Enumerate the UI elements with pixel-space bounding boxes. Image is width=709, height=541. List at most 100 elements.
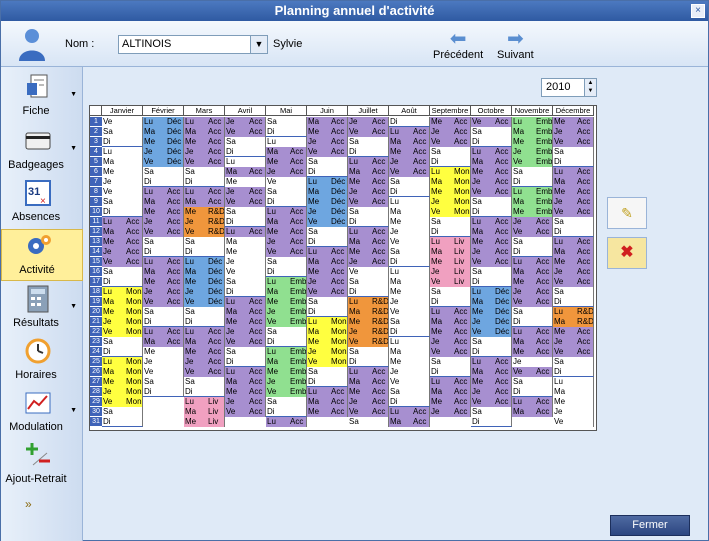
planning-cell[interactable]: Lu [266, 137, 307, 147]
planning-cell[interactable]: Lu [389, 267, 430, 277]
planning-cell[interactable]: Sa [553, 147, 594, 157]
planning-cell[interactable]: Lu Acc [225, 297, 266, 307]
planning-cell[interactable]: Ma Acc [553, 177, 594, 187]
sidebar-item-resultats[interactable]: Résultats ▼ [1, 283, 83, 335]
planning-cell[interactable]: Ma Acc [348, 237, 389, 247]
planning-cell[interactable]: Lu Acc [389, 127, 430, 137]
planning-cell[interactable]: Je Acc [553, 127, 594, 137]
planning-cell[interactable]: Ma R&D [553, 317, 594, 327]
planning-cell[interactable]: Ma Acc [307, 257, 348, 267]
planning-cell[interactable]: Ma Acc [225, 377, 266, 387]
planning-cell[interactable]: Di [553, 157, 594, 167]
planning-cell[interactable]: Di [307, 307, 348, 317]
planning-cell[interactable]: Sa [266, 187, 307, 197]
planning-cell[interactable]: Sa [266, 257, 307, 267]
planning-cell[interactable]: Sa [266, 327, 307, 337]
planning-cell[interactable]: Di [102, 347, 143, 357]
planning-cell[interactable]: Je Acc [471, 247, 512, 257]
planning-cell[interactable]: Ve Acc [307, 147, 348, 157]
planning-cell[interactable]: Je [389, 297, 430, 307]
planning-cell[interactable]: Me Acc [512, 347, 553, 357]
planning-cell[interactable]: Je Acc [430, 127, 471, 137]
planning-cell[interactable]: Je Acc [225, 117, 266, 127]
planning-cell[interactable]: Di [225, 217, 266, 227]
planning-cell[interactable]: Je [389, 367, 430, 377]
planning-cell[interactable]: Sa [348, 277, 389, 287]
planning-cell[interactable]: Je Acc [348, 257, 389, 267]
planning-cell[interactable]: Ve Mon [307, 357, 348, 367]
planning-cell[interactable]: Ve [389, 377, 430, 387]
sidebar-item-modulation[interactable]: Modulation ▼ [1, 387, 83, 439]
planning-cell[interactable]: Lu Acc [266, 417, 307, 427]
planning-cell[interactable]: Sa [225, 137, 266, 147]
planning-cell[interactable]: Ma Acc [471, 367, 512, 377]
planning-cell[interactable]: Di [389, 187, 430, 197]
planning-cell[interactable]: Lu Acc [307, 387, 348, 397]
planning-cell[interactable]: Ma Acc [225, 167, 266, 177]
planning-cell[interactable]: Sa [553, 217, 594, 227]
planning-cell[interactable]: Lu Acc [266, 207, 307, 217]
planning-cell[interactable]: Me [389, 357, 430, 367]
planning-cell[interactable]: Sa [225, 207, 266, 217]
planning-cell[interactable]: Lu Acc [471, 357, 512, 367]
planning-cell[interactable]: Je Acc [225, 327, 266, 337]
planning-cell[interactable]: Sa [348, 347, 389, 357]
planning-cell[interactable]: Lu Emb [266, 277, 307, 287]
planning-cell[interactable]: Me Acc [266, 157, 307, 167]
planning-cell[interactable]: Je Acc [348, 117, 389, 127]
planning-cell[interactable]: Ve Mon [102, 327, 143, 337]
planning-cell[interactable]: Lu Acc [553, 167, 594, 177]
planning-cell[interactable]: Me Acc [225, 317, 266, 327]
planning-cell[interactable]: Je Acc [102, 247, 143, 257]
planning-cell[interactable]: Sa [143, 377, 184, 387]
planning-cell[interactable]: Lu Acc [512, 327, 553, 337]
chevron-down-icon[interactable]: ▼ [70, 91, 77, 98]
planning-cell[interactable]: Ve Acc [553, 137, 594, 147]
planning-cell[interactable]: Me Acc [553, 327, 594, 337]
planning-cell[interactable]: Di [389, 117, 430, 127]
planning-cell[interactable]: Me Déc [184, 277, 225, 287]
planning-cell[interactable]: Lu Liv [184, 397, 225, 407]
planning-cell[interactable]: Ve Acc [143, 297, 184, 307]
close-button[interactable]: × [691, 4, 705, 18]
planning-cell[interactable]: Sa [430, 147, 471, 157]
planning-cell[interactable]: Me Acc [184, 347, 225, 357]
planning-cell[interactable]: Sa [143, 167, 184, 177]
planning-cell[interactable]: Sa [102, 267, 143, 277]
planning-cell[interactable]: Ma R&D [348, 307, 389, 317]
planning-cell[interactable]: Ve Acc [225, 337, 266, 347]
planning-cell[interactable]: Ve Acc [225, 127, 266, 137]
planning-cell[interactable]: Lu Acc [512, 257, 553, 267]
planning-cell[interactable]: Di [307, 377, 348, 387]
planning-cell[interactable]: Sa [348, 137, 389, 147]
planning-cell[interactable]: Ma Acc [430, 317, 471, 327]
planning-cell[interactable]: Ma Acc [143, 197, 184, 207]
planning-cell[interactable]: Lu Emb [266, 347, 307, 357]
planning-cell[interactable]: Je Acc [307, 137, 348, 147]
planning-cell[interactable]: Je Acc [512, 217, 553, 227]
planning-cell[interactable]: Lu Mon [102, 287, 143, 297]
planning-cell[interactable]: Ma Emb [266, 287, 307, 297]
planning-cell[interactable]: Ve Mon [430, 207, 471, 217]
planning-cell[interactable]: Lu Acc [348, 157, 389, 167]
planning-cell[interactable]: Sa [225, 347, 266, 357]
planning-cell[interactable]: Lu Acc [553, 237, 594, 247]
planning-cell[interactable]: Je Acc [553, 197, 594, 207]
planning-cell[interactable]: Sa [471, 407, 512, 417]
planning-cell[interactable]: Me Acc [348, 177, 389, 187]
planning-cell[interactable]: Di [512, 247, 553, 257]
planning-cell[interactable]: Di [348, 287, 389, 297]
planning-cell[interactable]: Lu R&D [348, 297, 389, 307]
planning-cell[interactable]: Ve Déc [143, 157, 184, 167]
planning-cell[interactable]: Ma [553, 387, 594, 397]
planning-cell[interactable]: Lu Emb [512, 117, 553, 127]
planning-cell[interactable]: Di [266, 197, 307, 207]
planning-cell[interactable]: Ma Acc [471, 157, 512, 167]
planning-cell[interactable]: Je Mon [102, 317, 143, 327]
planning-cell[interactable]: Di [225, 147, 266, 157]
planning-cell[interactable]: Je [553, 407, 594, 417]
planning-cell[interactable]: Di [430, 227, 471, 237]
planning-cell[interactable]: Ve Acc [225, 407, 266, 417]
planning-cell[interactable]: Me Acc [102, 237, 143, 247]
planning-cell[interactable]: Me Déc [143, 137, 184, 147]
